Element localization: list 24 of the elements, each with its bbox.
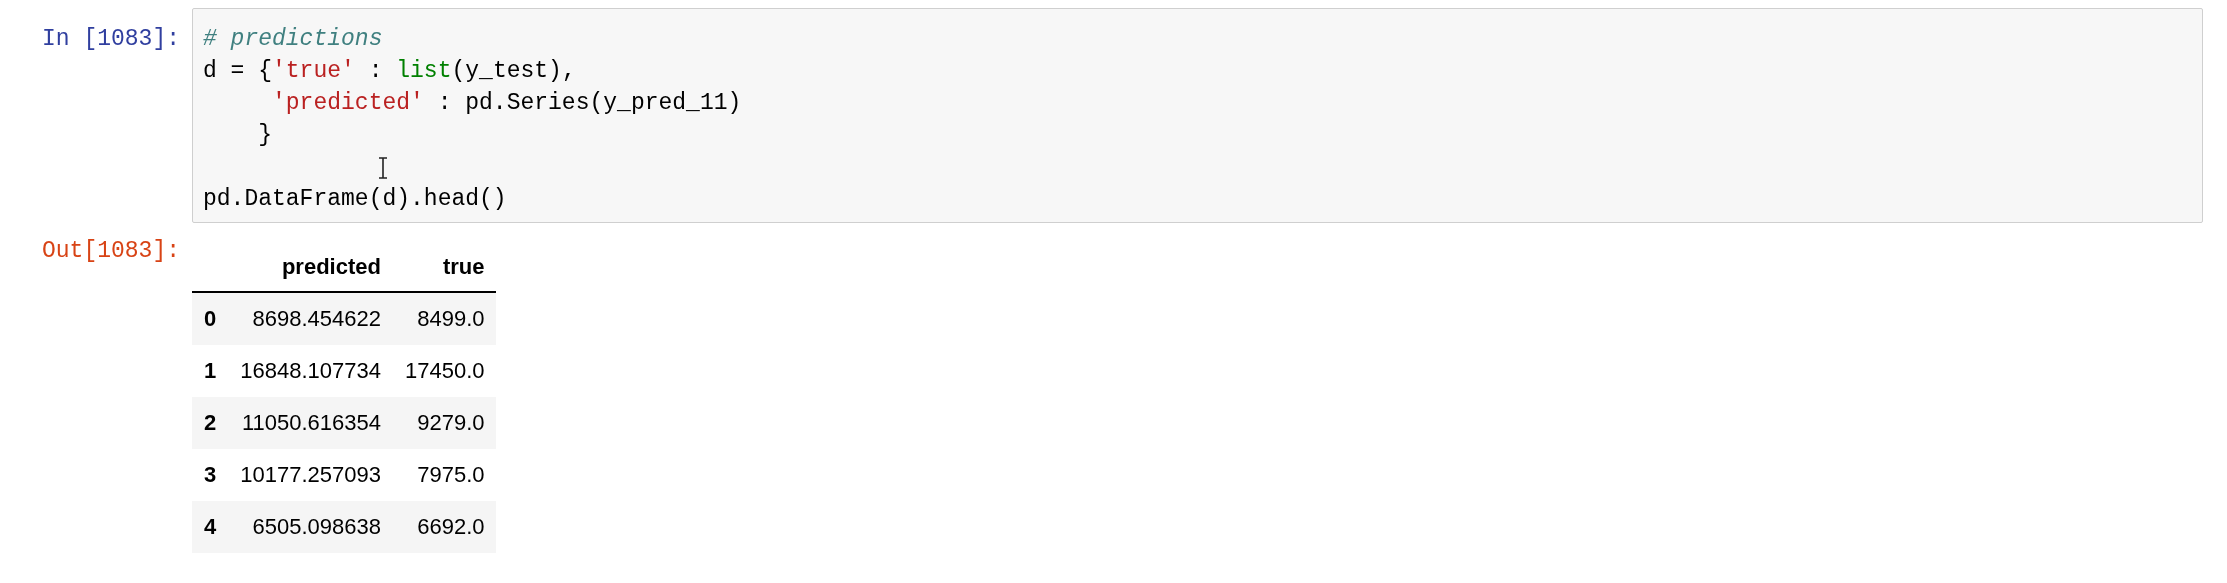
table-cell: 11050.616354 (228, 397, 393, 449)
row-index: 4 (192, 501, 229, 553)
table-cell: 17450.0 (392, 345, 497, 397)
code-line: } (257, 121, 272, 150)
row-index: 2 (192, 397, 229, 449)
table-cell: 16848.107734 (228, 345, 393, 397)
table-cell: 8698.454622 (228, 292, 393, 345)
code-cell[interactable]: # predictions d = {'true' : list(y_test), 'predicted' : pd.Series(y_pred_11) } pd.DataFrame(d).head() (192, 8, 2203, 223)
row-index: 0 (192, 292, 229, 345)
table-cell: 9279.0 (392, 397, 497, 449)
row-index: 3 (192, 449, 229, 501)
code-line: 'predicted' : pd.Series(y_pred_11) (271, 89, 742, 118)
code-line: d = {'true' : list(y_test), (203, 57, 576, 86)
output-prompt: Out[1083]: (40, 237, 181, 266)
table-cell: 6692.0 (392, 501, 497, 553)
table-cell: 7975.0 (392, 449, 497, 501)
input-prompt: In [1083]: (40, 25, 181, 54)
table-cell: 8499.0 (392, 292, 497, 345)
code-line: pd.DataFrame(d).head() (203, 185, 507, 214)
table-cell: 10177.257093 (228, 449, 393, 501)
row-index: 1 (192, 345, 229, 397)
code-line: # predictions (203, 25, 383, 54)
table-cell: 6505.098638 (228, 501, 393, 553)
text-cursor-icon (378, 157, 388, 179)
